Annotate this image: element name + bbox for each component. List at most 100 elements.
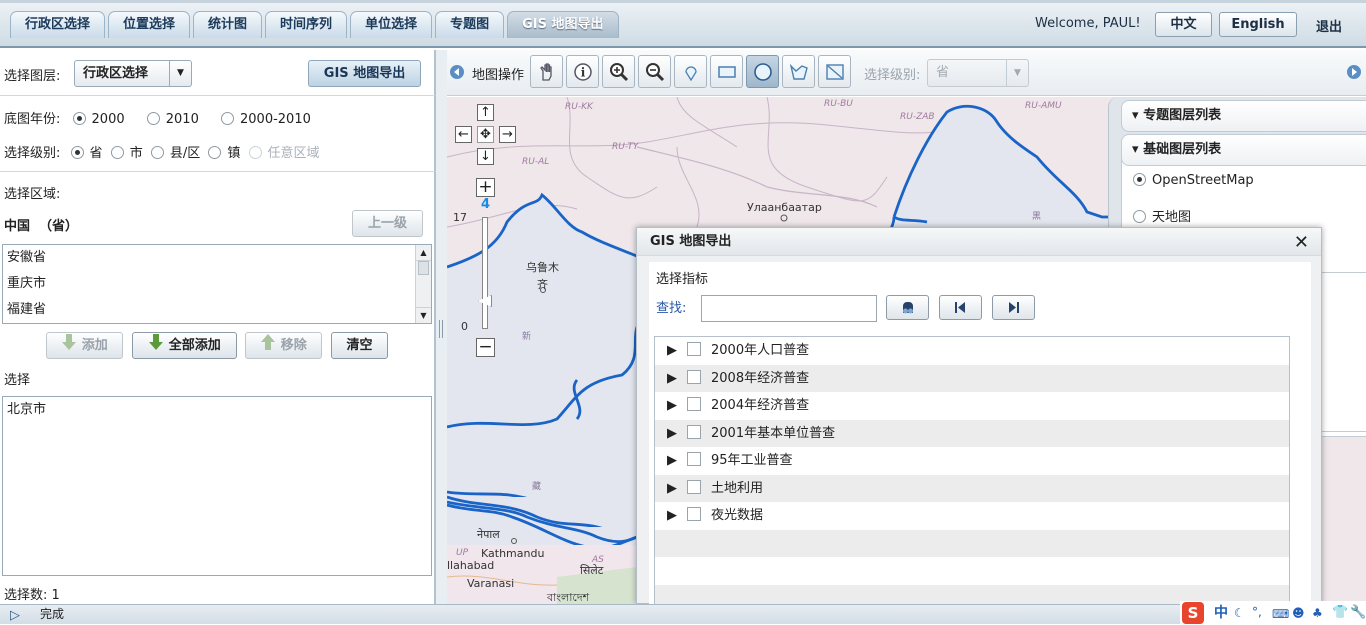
english-language-button[interactable]: English xyxy=(1219,12,1297,37)
layer-select[interactable]: 行政区选择 ▼ xyxy=(74,60,192,87)
list-item[interactable]: 福建省 xyxy=(3,297,431,323)
tab-time-series[interactable]: 时间序列 xyxy=(265,11,348,38)
zoom-out-tool[interactable] xyxy=(638,55,671,88)
map-label: RU-ZAB xyxy=(900,112,935,122)
tab-unit-select[interactable]: 单位选择 xyxy=(350,11,433,38)
keyboard-icon[interactable]: ⌨ xyxy=(1272,605,1289,624)
zoom-slider-track[interactable] xyxy=(482,217,488,329)
level-radio-town[interactable]: 镇 xyxy=(208,146,240,161)
tree-row[interactable]: ▶ 夜光数据 xyxy=(655,502,1289,530)
add-all-button[interactable]: 全部添加 xyxy=(132,332,237,359)
region-list-scrollbar[interactable]: ▲ ▼ xyxy=(415,245,431,323)
tree-row[interactable]: ▶ 2008年经济普查 xyxy=(655,364,1289,392)
list-item[interactable]: 重庆市 xyxy=(3,271,431,297)
search-input[interactable] xyxy=(701,295,877,322)
gis-export-button[interactable]: GIS 地图导出 xyxy=(308,60,421,87)
circle-tool[interactable] xyxy=(746,55,779,88)
pan-down-button[interactable]: ↓ xyxy=(477,148,494,165)
selected-list[interactable]: 北京市 xyxy=(2,396,432,576)
ime-toolbar[interactable]: S 中 ☾ °, ⌨ ☻ ♣ 👕 🔧 xyxy=(1180,601,1366,625)
close-icon[interactable]: ✕ xyxy=(1294,232,1309,253)
checkbox[interactable] xyxy=(687,452,701,466)
zoom-in-button[interactable]: + xyxy=(476,178,495,197)
svg-text:i: i xyxy=(581,66,586,80)
region-list[interactable]: 安徽省 重庆市 福建省 ▲ ▼ xyxy=(2,244,432,324)
panel-splitter[interactable] xyxy=(435,50,447,604)
expand-arrow-icon[interactable]: ▶ xyxy=(667,481,677,496)
list-item[interactable]: 北京市 xyxy=(3,397,431,423)
first-result-button[interactable] xyxy=(939,295,982,320)
year-radio-2010[interactable]: 2010 xyxy=(146,112,199,127)
osm-layer-radio[interactable]: OpenStreetMap xyxy=(1133,173,1254,188)
wrench-icon[interactable]: 🔧 xyxy=(1350,603,1366,622)
expand-arrow-icon[interactable]: ▶ xyxy=(667,343,677,358)
expand-arrow-icon[interactable]: ▶ xyxy=(667,453,677,468)
pan-up-button[interactable]: ↑ xyxy=(477,104,494,121)
expand-arrow-icon[interactable]: ▶ xyxy=(667,426,677,441)
punctuation-icon[interactable]: °, xyxy=(1252,603,1262,622)
tab-gis-export[interactable]: GIS 地图导出 xyxy=(507,11,619,38)
rectangle-tool[interactable] xyxy=(710,55,743,88)
base-layer-header[interactable]: ▾ 基础图层列表 xyxy=(1121,134,1366,166)
add-button[interactable]: 添加 xyxy=(46,332,123,359)
clear-selection-tool[interactable] xyxy=(818,55,851,88)
pan-center-icon[interactable]: ✥ xyxy=(477,126,494,143)
zoom-out-button[interactable]: − xyxy=(476,338,495,357)
expand-arrow-icon[interactable]: ▶ xyxy=(667,398,677,413)
scroll-down-icon[interactable]: ▼ xyxy=(416,307,431,323)
level-radio-any-region[interactable]: 任意区域 xyxy=(248,146,320,161)
tree-row[interactable]: ▶ 土地利用 xyxy=(655,474,1289,502)
year-radio-2000-2010[interactable]: 2000-2010 xyxy=(221,112,311,127)
tree-row[interactable]: ▶ 2001年基本单位普查 xyxy=(655,419,1289,447)
collapse-left-icon[interactable] xyxy=(449,64,465,83)
map-label: বাংলাদেশ xyxy=(547,591,590,604)
thematic-layer-header[interactable]: ▾ 专题图层列表 xyxy=(1121,100,1366,132)
tab-statistics-chart[interactable]: 统计图 xyxy=(193,11,263,38)
tree-row[interactable]: ▶ 95年工业普查 xyxy=(655,447,1289,475)
level-radio-city[interactable]: 市 xyxy=(110,146,143,161)
moon-icon[interactable]: ☾ xyxy=(1234,604,1245,623)
checkbox[interactable] xyxy=(687,479,701,494)
logout-link[interactable]: 退出 xyxy=(1316,16,1342,35)
tianditu-layer-radio[interactable]: 天地图 xyxy=(1133,206,1191,225)
search-button[interactable] xyxy=(886,295,929,320)
level-radio-province[interactable]: 省 xyxy=(70,146,103,161)
user-icon[interactable]: ☻ xyxy=(1292,604,1305,623)
pan-right-button[interactable]: → xyxy=(499,126,516,143)
pan-hand-tool[interactable] xyxy=(530,55,563,88)
map-label: RU-AL xyxy=(522,157,550,167)
shirt-icon[interactable]: 👕 xyxy=(1332,603,1348,622)
checkbox[interactable] xyxy=(687,342,701,356)
zoom-in-tool[interactable] xyxy=(602,55,635,88)
expand-arrow-icon[interactable]: ▶ xyxy=(667,508,677,523)
up-level-button[interactable]: 上一级 xyxy=(352,210,423,237)
tab-admin-region[interactable]: 行政区选择 xyxy=(10,11,106,38)
checkbox[interactable] xyxy=(687,507,701,521)
collapse-right-icon[interactable] xyxy=(1346,64,1362,83)
pan-left-button[interactable]: ← xyxy=(455,126,472,143)
expand-arrow-icon[interactable]: ▶ xyxy=(667,371,677,386)
remove-button[interactable]: 移除 xyxy=(245,332,322,359)
polygon-tool[interactable] xyxy=(782,55,815,88)
checkbox[interactable] xyxy=(687,424,701,439)
clear-button[interactable]: 清空 xyxy=(331,332,388,359)
map-level-select[interactable]: 省 ▼ xyxy=(927,59,1029,87)
scroll-up-icon[interactable]: ▲ xyxy=(416,245,431,261)
checkbox[interactable] xyxy=(687,397,701,411)
tab-thematic-map[interactable]: 专题图 xyxy=(435,11,505,38)
next-result-button[interactable] xyxy=(992,295,1035,320)
chinese-language-button[interactable]: 中文 xyxy=(1155,12,1212,37)
arrow-down-icon xyxy=(148,334,164,359)
ime-mode-indicator[interactable]: 中 xyxy=(1214,604,1228,623)
level-radio-county[interactable]: 县/区 xyxy=(150,146,200,161)
skin-icon[interactable]: ♣ xyxy=(1312,604,1323,623)
checkbox[interactable] xyxy=(687,369,701,384)
tree-row[interactable]: ▶ 2004年经济普查 xyxy=(655,392,1289,420)
year-radio-2000[interactable]: 2000 xyxy=(72,112,125,127)
point-marker-tool[interactable] xyxy=(674,55,707,88)
tab-location[interactable]: 位置选择 xyxy=(108,11,191,38)
indicator-tree[interactable]: ▶ 2000年人口普查 ▶ 2008年经济普查 ▶ 2004年经济普查 ▶ 2001年基… xyxy=(654,336,1290,612)
tree-row[interactable]: ▶ 2000年人口普查 xyxy=(655,337,1289,365)
list-item[interactable]: 安徽省 xyxy=(3,245,431,271)
info-tool[interactable]: i xyxy=(566,55,599,88)
